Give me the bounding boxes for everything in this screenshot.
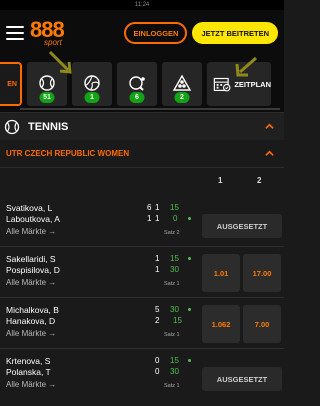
serve-indicator (188, 359, 191, 362)
login-button[interactable]: EINLOGGEN (124, 22, 188, 44)
game-score: 15 (173, 316, 182, 325)
match-row: Michalkova, B Hanakova, D Alle Märkte → … (0, 298, 284, 349)
match-row: Svatikova, L Laboutkova, A Alle Märkte →… (0, 196, 284, 247)
player-1-name: Svatikova, L (6, 203, 53, 213)
game-score: 30 (170, 265, 179, 274)
suspended-badge: AUSGESETZT (202, 367, 282, 391)
status-time: 11:24 (134, 2, 150, 8)
set-score: 1 (155, 265, 160, 274)
sport-count-badge: 51 (39, 92, 55, 103)
hint-arrow-left (48, 50, 72, 74)
match-row: Sakellaridi, S Pospisilova, D Alle Märkt… (0, 247, 284, 298)
player-1-name: Krtenova, S (6, 356, 51, 366)
player-2-name: Pospisilova, D (6, 265, 60, 275)
sport-count-badge: 1 (84, 92, 100, 103)
column-2-label: 2 (257, 176, 262, 185)
game-score: 15 (170, 203, 179, 212)
league-title: UTR CZECH REPUBLIC WOMEN (6, 149, 130, 158)
game-score: 15 (170, 254, 179, 263)
set-score: 2 (155, 316, 160, 325)
odds-column-header: 1 2 (0, 176, 284, 190)
player-1-name: Sakellaridi, S (6, 254, 56, 264)
sport-count-badge: 6 (129, 92, 145, 103)
sports-bar-scrollbar[interactable] (20, 108, 280, 110)
game-score: 30 (170, 367, 179, 376)
calendar-icon (213, 77, 231, 92)
set-score: 6 (147, 203, 152, 212)
sport-tile-partial[interactable]: EN (0, 62, 22, 106)
period-label: Satz 2 (164, 230, 180, 236)
logo-sub: sport (44, 38, 62, 47)
league-header[interactable]: UTR CZECH REPUBLIC WOMEN (0, 140, 284, 168)
section-title: TENNIS (28, 120, 69, 133)
odds-button-2[interactable]: 17.00 (243, 254, 281, 292)
join-button[interactable]: JETZT BEITRETEN (192, 22, 278, 44)
chevron-up-icon[interactable] (265, 149, 274, 158)
menu-icon[interactable] (6, 26, 24, 40)
period-label: Satz 1 (164, 332, 180, 338)
player-2-name: Hanakova, D (6, 316, 56, 326)
serve-indicator (188, 217, 191, 220)
sport-section-header[interactable]: TENNIS (0, 112, 284, 140)
column-1-label: 1 (218, 176, 223, 185)
sport-tile-table-tennis[interactable]: 6 (117, 62, 157, 106)
logo[interactable]: 888 sport (30, 19, 65, 47)
top-bar: 888 sport EINLOGGEN JETZT BEITRETEN (0, 10, 284, 56)
chevron-up-icon[interactable] (265, 122, 274, 131)
all-markets-link[interactable]: Alle Märkte → (6, 380, 56, 389)
set-score: 1 (155, 203, 160, 212)
odds-button-1[interactable]: 1.01 (202, 254, 240, 292)
player-1-name: Michalkova, B (6, 305, 59, 315)
sport-tile-snooker[interactable]: 2 (162, 62, 202, 106)
sport-count-badge: 2 (174, 92, 190, 103)
player-2-name: Polanska, T (6, 367, 51, 377)
volleyball-icon (84, 75, 100, 91)
period-label: Satz 1 (164, 281, 180, 287)
odds-button-1[interactable]: 1.062 (202, 305, 240, 343)
game-score: 0 (173, 214, 178, 223)
all-markets-link[interactable]: Alle Märkte → (6, 278, 56, 287)
status-bar: 11:24 (0, 0, 284, 10)
serve-indicator (188, 257, 191, 260)
table-tennis-icon (129, 76, 145, 91)
set-score: 1 (147, 214, 152, 223)
game-score: 15 (170, 356, 179, 365)
tennis-ball-icon (4, 119, 20, 134)
set-score: 1 (155, 214, 160, 223)
suspended-badge: AUSGESETZT (202, 214, 282, 238)
sport-tile-partial-label: EN (7, 80, 17, 88)
sport-tile-volleyball[interactable]: 1 (72, 62, 112, 106)
all-markets-link[interactable]: Alle Märkte → (6, 227, 56, 236)
snooker-icon (172, 74, 192, 91)
period-label: Satz 1 (164, 383, 180, 389)
set-score: 0 (155, 367, 160, 376)
schedule-label: ZEITPLAN (234, 79, 271, 89)
match-row: Krtenova, S Polanska, T Alle Märkte → 0 … (0, 349, 284, 400)
all-markets-link[interactable]: Alle Märkte → (6, 329, 56, 338)
set-score: 1 (155, 254, 160, 263)
hint-arrow-right (235, 56, 257, 77)
set-score: 5 (155, 305, 160, 314)
odds-button-2[interactable]: 7.00 (243, 305, 281, 343)
game-score: 30 (170, 305, 179, 314)
serve-indicator (188, 308, 191, 311)
set-score: 0 (155, 356, 160, 365)
player-2-name: Laboutkova, A (6, 214, 60, 224)
